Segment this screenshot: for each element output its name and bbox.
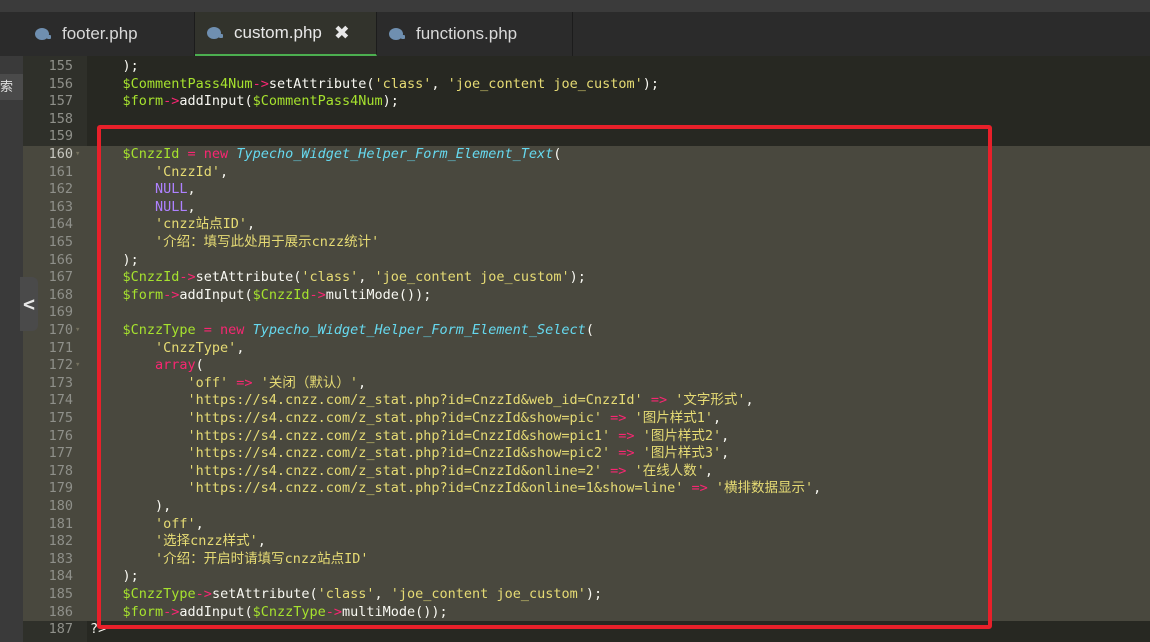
line-number: 162 xyxy=(48,181,73,198)
line-number: 157 xyxy=(48,93,73,110)
line-number: 179 xyxy=(48,480,73,497)
code-line[interactable]: 157 $form->addInput($CommentPass4Num); xyxy=(23,93,1150,111)
tab-bar: footer.php custom.php ✖ functions.php xyxy=(0,12,1150,56)
line-number: 185 xyxy=(48,586,73,602)
line-number: 159 xyxy=(48,128,73,145)
line-number: 175 xyxy=(48,410,73,426)
line-number: 184 xyxy=(48,568,73,585)
line-number: 171 xyxy=(48,339,73,356)
code-line[interactable]: 156 $CommentPass4Num->setAttribute('clas… xyxy=(23,76,1150,94)
line-number: 178 xyxy=(48,462,73,479)
line-number: 177 xyxy=(48,445,73,462)
line-number: 172 xyxy=(48,357,73,374)
code-text: $CommentPass4Num->setAttribute('class', … xyxy=(90,75,660,92)
line-number: 158 xyxy=(48,110,73,127)
line-number: 187 xyxy=(48,621,73,638)
line-number: 182 xyxy=(48,533,73,550)
fold-arrow-icon[interactable]: ▾ xyxy=(75,322,80,340)
close-tab-icon[interactable]: ✖ xyxy=(334,22,350,45)
line-number: 156 xyxy=(48,75,73,92)
window-top-strip xyxy=(0,0,1150,12)
tab-label: custom.php xyxy=(234,23,322,42)
line-number: 183 xyxy=(48,550,73,567)
line-number: 160 xyxy=(48,146,73,162)
line-number: 181 xyxy=(48,515,73,532)
code-text: ); xyxy=(90,58,139,74)
php-elephant-icon xyxy=(35,28,51,40)
line-number: 180 xyxy=(48,498,73,514)
tab-functions-php[interactable]: functions.php xyxy=(377,12,573,56)
fold-arrow-icon[interactable]: ▾ xyxy=(75,357,80,375)
php-elephant-icon xyxy=(207,27,223,39)
fold-arrow-icon[interactable]: ▾ xyxy=(75,146,80,164)
line-number: 164 xyxy=(48,216,73,233)
tab-custom-php[interactable]: custom.php ✖ xyxy=(195,12,377,56)
line-number: 186 xyxy=(48,603,73,620)
code-text: $form->addInput($CommentPass4Num); xyxy=(90,93,399,110)
highlight-box xyxy=(97,125,992,629)
line-number: 166 xyxy=(48,251,73,268)
line-number: 173 xyxy=(48,374,73,391)
line-number: 176 xyxy=(48,427,73,444)
search-label[interactable]: 索 xyxy=(0,74,23,100)
line-number: 163 xyxy=(48,198,73,215)
collapse-panel-button[interactable]: < xyxy=(20,277,38,331)
tab-label: footer.php xyxy=(62,24,138,43)
line-number: 161 xyxy=(48,163,73,180)
php-elephant-icon xyxy=(389,28,405,40)
tab-label: functions.php xyxy=(416,24,518,43)
tab-footer-php[interactable]: footer.php xyxy=(23,12,195,56)
code-line[interactable]: 155 ); xyxy=(23,58,1150,76)
line-number: 165 xyxy=(48,234,73,250)
line-number: 155 xyxy=(48,58,73,74)
line-number: 174 xyxy=(48,392,73,409)
